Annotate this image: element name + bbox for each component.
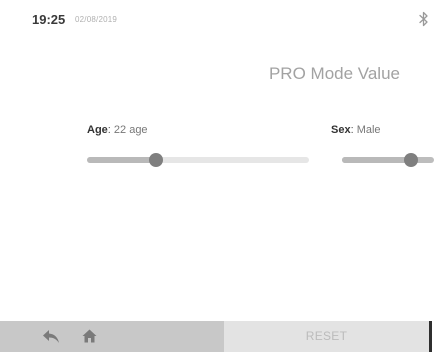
sex-slider-fill (342, 157, 411, 163)
sex-slider[interactable] (342, 153, 434, 167)
back-arrow-icon[interactable] (42, 329, 60, 344)
bluetooth-icon (419, 11, 428, 27)
sex-value: Male (356, 124, 381, 136)
age-label-name: Age (87, 124, 108, 136)
age-slider-fill (87, 157, 156, 163)
home-icon[interactable] (82, 329, 97, 343)
age-slider-thumb[interactable] (148, 153, 163, 167)
page-title: PRO Mode Value (268, 64, 400, 83)
sex-label: Sex: Male (331, 124, 381, 136)
right-edge-divider (429, 321, 432, 352)
status-time: 19:25 (32, 12, 66, 27)
age-slider[interactable] (87, 153, 309, 167)
age-value: 22 age (113, 124, 148, 136)
status-bar: 19:25 02/08/2019 (0, 0, 434, 40)
sex-label-name: Sex (331, 124, 351, 136)
reset-button[interactable]: RESET (224, 321, 429, 352)
bottom-bar: RESET (0, 321, 434, 352)
nav-area (0, 321, 224, 352)
sex-slider-thumb[interactable] (404, 153, 418, 167)
age-label: Age: 22 age (87, 124, 148, 136)
pro-mode-screen: 19:25 02/08/2019 PRO Mode Value Age: 22 … (0, 0, 434, 352)
status-date: 02/08/2019 (75, 15, 118, 24)
